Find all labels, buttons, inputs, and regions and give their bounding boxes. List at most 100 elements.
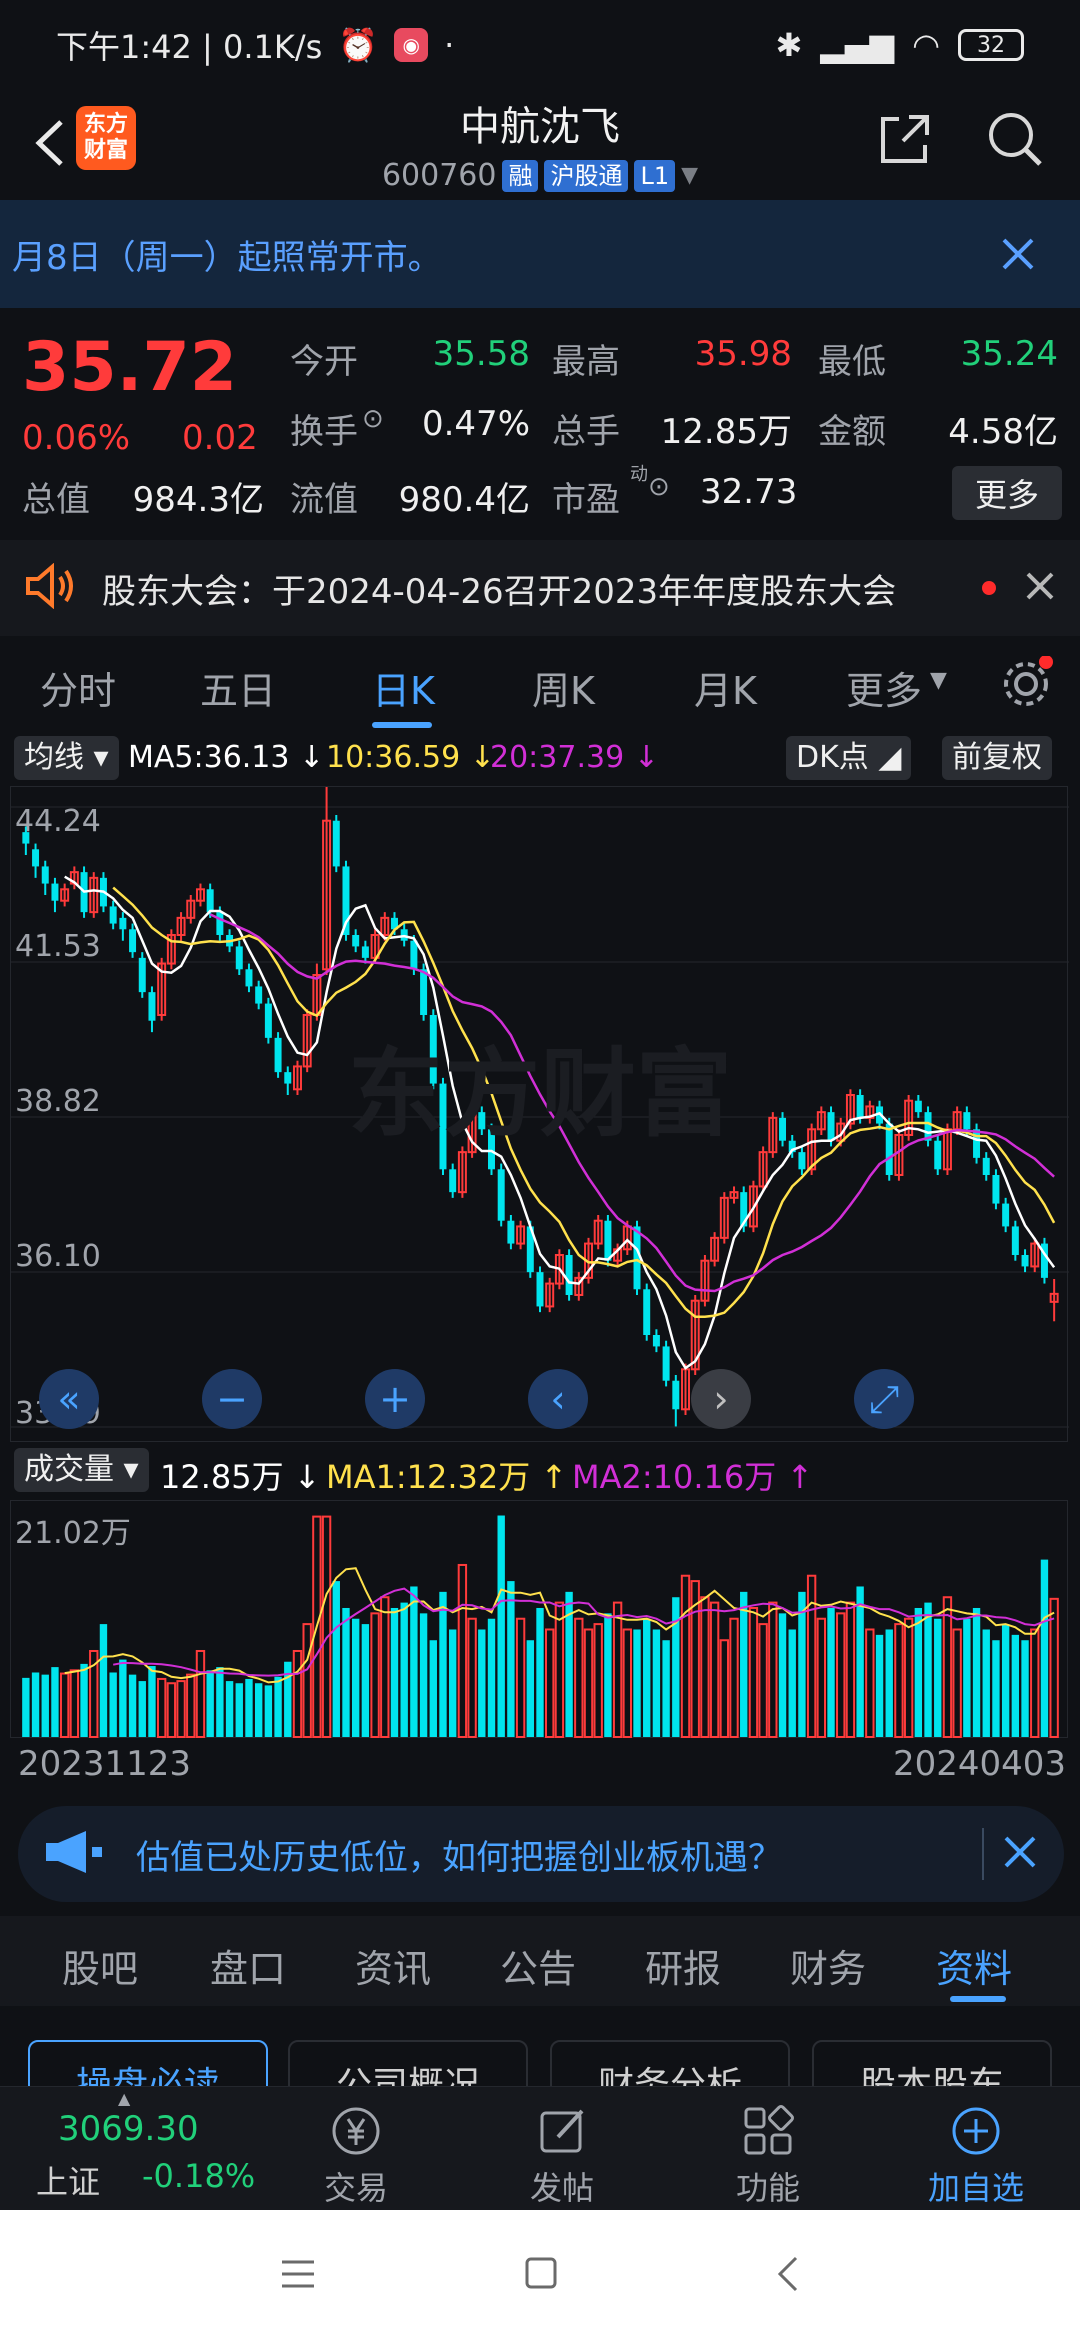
volume-chart[interactable]: 21.02万 [10,1500,1068,1739]
promo-text: 估值已处历史低位，如何把握创业板机遇？ [136,1837,782,1878]
candle [302,1009,312,1073]
nav-functions[interactable]: 功能 [708,2101,828,2209]
nav-trade[interactable]: 交易 [296,2101,416,2209]
chip-company-overview[interactable]: 公司概况 [288,2040,528,2086]
candle [109,900,117,930]
volume-bar [942,1596,953,1739]
scroll-left-icon[interactable]: ‹ [528,1369,588,1429]
tab-profile[interactable]: 资料 [936,1938,1012,1993]
candle [361,940,369,964]
volume-label: 总手 [552,412,620,452]
tab-news[interactable]: 资讯 [355,1938,431,1993]
candle [32,843,40,878]
bluetooth-icon: ✱ [775,26,803,64]
megaphone-icon [40,1829,106,1879]
volume-bar [662,1640,670,1737]
float-value-label: 流值 [290,480,358,520]
chevron-down-icon: ▼ [930,668,947,693]
volume-bar [292,1649,303,1738]
search-icon[interactable] [980,104,1050,174]
volume-bar [410,1586,418,1737]
close-icon[interactable] [1022,568,1058,608]
volume-bar [497,1515,505,1737]
svg-text:+: + [379,1377,411,1421]
tab-weekly-k[interactable]: 周K [532,660,595,715]
volume-bar [59,1672,70,1738]
volume-bar [740,1591,748,1737]
info-icon[interactable]: ⊙ [362,404,384,434]
chevron-up-icon: ▲ [118,2089,131,2108]
rewind-icon[interactable]: « [39,1369,99,1429]
tab-forum[interactable]: 股吧 [62,1938,138,1993]
tab-research[interactable]: 研报 [645,1938,721,1993]
volume-bar [845,1601,856,1738]
volume-bar [816,1617,827,1738]
dropdown-arrow-icon[interactable]: ▼ [681,163,698,188]
chip-financial-analysis[interactable]: 财务分析 [550,2040,790,2086]
change-amount: 0.02 [182,418,258,458]
volume-bar [515,1617,526,1738]
chip-shareholders[interactable]: 股本股东 [812,2040,1052,2086]
home-icon[interactable] [524,2256,558,2294]
unread-dot [982,581,996,595]
tab-financials[interactable]: 财务 [790,1938,866,1993]
dk-point-selector[interactable]: DK点 ◢ [786,736,912,780]
volume-svg: 21.02万 [15,1515,1059,1739]
index-name: 上证 [36,2163,101,2201]
candle [60,883,70,907]
candle [865,1100,875,1124]
candle [565,1249,573,1301]
candle [41,860,49,895]
gear-icon[interactable] [998,655,1054,716]
volume-bar [894,1623,904,1738]
tab-monthly-k[interactable]: 月K [694,660,757,715]
candle [643,1283,651,1341]
info-icon[interactable]: ⊙ [648,472,670,502]
event-bar[interactable]: 股东大会：于2024-04-26召开2023年年度股东大会 [0,540,1080,636]
menu-icon[interactable] [280,2258,316,2294]
candle [816,1106,826,1135]
total-value-label: 总值 [22,480,90,520]
zoom-out-icon[interactable]: − [202,1369,262,1429]
more-quote-button[interactable]: 更多 [952,466,1062,520]
volume-bar [554,1601,565,1738]
volume-bar [885,1629,893,1737]
volume-bar [351,1618,360,1737]
chip-trading-guide[interactable]: 操盘必读 [28,2040,268,2086]
tab-five-day[interactable]: 五日 [200,660,276,715]
promo-banner[interactable]: 估值已处历史低位，如何把握创业板机遇？ [18,1806,1064,1902]
close-icon[interactable] [998,1830,1042,1878]
candle [457,1146,467,1198]
status-bar: 下午1:42 | 0.1K/s ⏰ ◉ · ✱ ▂▄▆ ◠ 32 [0,0,1080,90]
volume-bar [1021,1640,1029,1737]
expand-icon[interactable]: ⤢ [854,1369,914,1429]
zoom-in-icon[interactable]: + [365,1369,425,1429]
ma-selector[interactable]: 均线 ▾ [14,736,119,780]
candle [176,912,186,941]
tab-more[interactable]: 更多 [846,660,922,715]
volume-bar [1001,1624,1010,1737]
scroll-right-icon[interactable]: › [691,1369,751,1429]
candle [322,769,332,975]
tab-daily-k[interactable]: 日K [372,660,435,715]
candle [914,1095,922,1118]
plus-circle-icon [916,2101,1036,2161]
candle [700,1255,710,1307]
nav-post[interactable]: 发帖 [502,2101,622,2209]
share-icon[interactable] [870,104,940,174]
tab-intraday[interactable]: 分时 [40,660,116,715]
candlestick-chart[interactable]: 44.2441.5338.8236.1033.39东方财富«−+‹›⤢ [10,769,1069,1442]
high-value: 35.98 [694,334,792,374]
volume-bar [361,1624,370,1737]
candle [352,929,360,953]
volume-bar [903,1617,914,1738]
close-icon[interactable] [996,232,1040,276]
volume-selector[interactable]: 成交量 ▾ [14,1448,149,1492]
tab-announcements[interactable]: 公告 [500,1938,576,1993]
tab-order-book[interactable]: 盘口 [210,1938,286,1993]
nav-add-watchlist[interactable]: 加自选 [916,2101,1036,2209]
volume-bar [593,1623,603,1738]
adjust-selector[interactable]: 前复权 [942,736,1052,780]
back-icon[interactable] [776,2256,800,2296]
system-nav-bar [0,2210,1080,2340]
